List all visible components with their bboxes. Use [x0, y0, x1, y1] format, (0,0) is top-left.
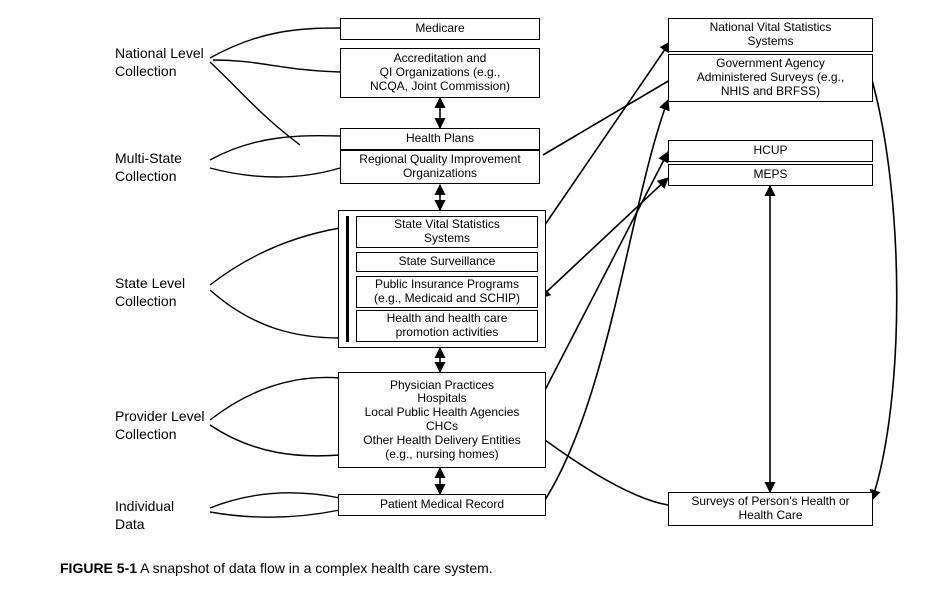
- box-survey-person: Surveys of Person's Health orHealth Care: [668, 492, 873, 526]
- box-meps: MEPS: [668, 164, 873, 186]
- box-hcup: HCUP: [668, 140, 873, 162]
- box-medicare: Medicare: [340, 18, 540, 40]
- box-nvss: National Vital StatisticsSystems: [668, 18, 873, 52]
- label-national: National LevelCollection: [115, 45, 204, 80]
- box-public-insurance: Public Insurance Programs(e.g., Medicaid…: [356, 276, 538, 308]
- figure-caption: FIGURE 5-1 A snapshot of data flow in a …: [60, 560, 493, 576]
- box-surveillance: State Surveillance: [356, 252, 538, 272]
- box-gov-surveys: Government AgencyAdministered Surveys (e…: [668, 54, 873, 102]
- box-pmr: Patient Medical Record: [338, 494, 546, 516]
- box-promotion: Health and health carepromotion activiti…: [356, 310, 538, 342]
- box-rqio: Regional Quality ImprovementOrganization…: [340, 150, 540, 184]
- box-providers: Physician PracticesHospitalsLocal Public…: [338, 372, 546, 468]
- label-multistate: Multi-StateCollection: [115, 150, 182, 185]
- label-state: State LevelCollection: [115, 275, 185, 310]
- state-inner-bar: [346, 216, 349, 342]
- box-accreditation: Accreditation andQI Organizations (e.g.,…: [340, 48, 540, 98]
- box-svss: State Vital StatisticsSystems: [356, 216, 538, 248]
- label-individual: IndividualData: [115, 498, 174, 533]
- box-health-plans: Health Plans: [340, 128, 540, 150]
- label-provider: Provider LevelCollection: [115, 408, 205, 443]
